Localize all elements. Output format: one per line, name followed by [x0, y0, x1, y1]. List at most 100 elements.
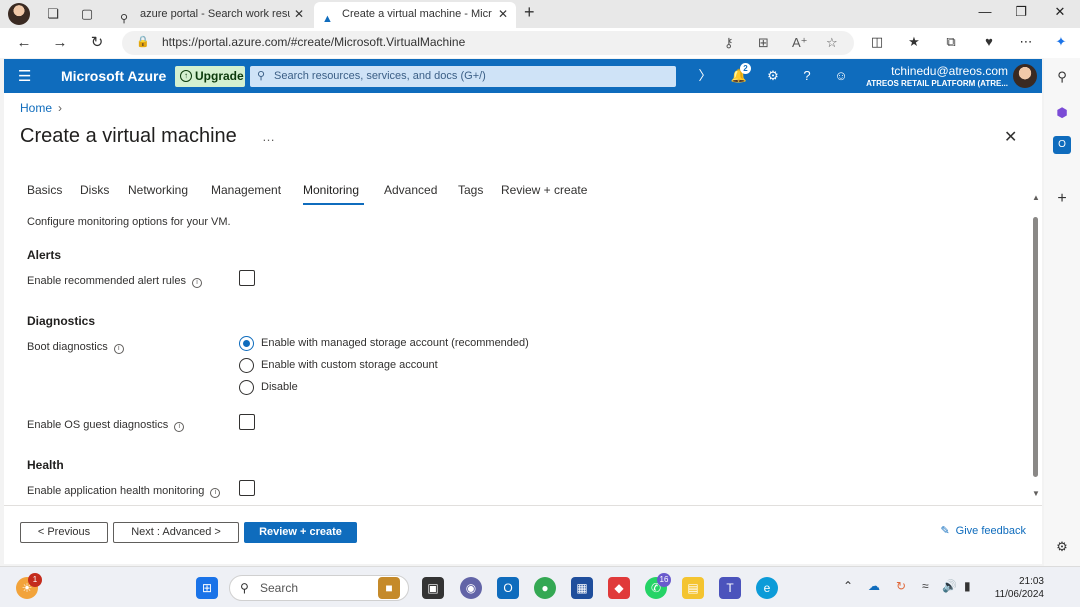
- tab-monitoring[interactable]: Monitoring: [303, 183, 359, 197]
- update-icon[interactable]: ↻: [896, 579, 906, 593]
- app-health-monitoring-checkbox[interactable]: [239, 480, 255, 496]
- recommended-alert-rules-label: Enable recommended alert rules i: [27, 275, 202, 288]
- account-tenant[interactable]: ATREOS RETAIL PLATFORM (ATRE...: [866, 79, 1008, 88]
- wizard-footer: < Previous Next : Advanced > Review + cr…: [4, 505, 1042, 564]
- os-guest-diagnostics-checkbox[interactable]: [239, 414, 255, 430]
- browser-profile-avatar[interactable]: [8, 3, 30, 25]
- app-available-icon[interactable]: ⊞: [758, 35, 769, 51]
- info-icon[interactable]: i: [191, 278, 202, 288]
- minimize-icon[interactable]: —: [975, 4, 995, 19]
- volume-icon[interactable]: 🔊: [942, 579, 957, 593]
- close-blade-icon[interactable]: ✕: [1004, 127, 1017, 147]
- close-tab-icon[interactable]: ✕: [294, 2, 304, 26]
- favorites-icon[interactable]: ★: [905, 34, 923, 50]
- tab-basics[interactable]: Basics: [27, 183, 62, 197]
- review-create-button[interactable]: Review + create: [244, 522, 357, 543]
- tab-disks[interactable]: Disks: [80, 183, 109, 197]
- back-icon[interactable]: ←: [14, 33, 34, 53]
- windows-taskbar: ☀ 1 ⊞ ⚲ Search ■ ▣ ◉ O ● ▦ ◆ ✆ 16 ▤ T e …: [0, 566, 1080, 607]
- breadcrumb-home-link[interactable]: Home: [20, 101, 52, 115]
- help-icon[interactable]: ?: [798, 67, 816, 85]
- give-feedback-link[interactable]: ✎ Give feedback: [940, 524, 1026, 537]
- close-window-icon[interactable]: ✕: [1050, 4, 1070, 20]
- info-icon[interactable]: i: [174, 422, 185, 432]
- next-advanced-button[interactable]: Next : Advanced >: [113, 522, 239, 543]
- system-clock[interactable]: 21:03 11/06/2024: [995, 575, 1044, 601]
- outlook-icon[interactable]: O: [1053, 136, 1071, 154]
- wifi-icon[interactable]: ≈: [922, 579, 929, 593]
- portal-menu-icon[interactable]: ☰: [18, 67, 31, 85]
- scroll-up-icon[interactable]: ▲: [1032, 193, 1040, 202]
- sidebar-copilot-icon[interactable]: ⬢: [1053, 104, 1071, 122]
- add-sidebar-app-icon[interactable]: +: [1053, 190, 1071, 208]
- info-icon[interactable]: i: [210, 488, 221, 498]
- radio-unselected[interactable]: [239, 358, 254, 373]
- address-url[interactable]: https://portal.azure.com/#create/Microso…: [162, 35, 465, 49]
- workspaces-icon[interactable]: ❏: [44, 5, 62, 23]
- azure-search-input[interactable]: ⚲ Search resources, services, and docs (…: [250, 66, 676, 87]
- tab-advanced[interactable]: Advanced: [384, 183, 437, 197]
- taskbar-search-label: Search: [260, 581, 299, 595]
- sidebar-settings-icon[interactable]: ⚙: [1053, 538, 1071, 556]
- new-tab-button[interactable]: +: [524, 2, 535, 23]
- recommended-alert-rules-checkbox[interactable]: [239, 270, 255, 286]
- settings-gear-icon[interactable]: ⚙: [764, 67, 782, 85]
- battery-icon[interactable]: ▮: [964, 579, 971, 593]
- scrollbar-thumb[interactable]: [1033, 217, 1038, 477]
- chevron-right-icon: ›: [58, 101, 63, 115]
- info-icon[interactable]: i: [113, 344, 124, 354]
- tab-actions-icon[interactable]: ▢: [78, 5, 96, 23]
- tab-review-create[interactable]: Review + create: [501, 183, 587, 197]
- vertical-scrollbar[interactable]: ▲ ▼: [1031, 193, 1041, 499]
- radio-selected[interactable]: [239, 336, 254, 351]
- azure-brand[interactable]: Microsoft Azure: [61, 68, 166, 84]
- feedback-person-icon[interactable]: ☺: [832, 67, 850, 85]
- collections-icon[interactable]: ⧉: [942, 34, 960, 50]
- browser-essentials-icon[interactable]: ♥: [980, 34, 998, 49]
- refresh-icon[interactable]: ↻: [87, 33, 107, 53]
- sidebar-search-icon[interactable]: ⚲: [1053, 68, 1071, 86]
- teams-icon[interactable]: T: [719, 577, 741, 599]
- account-avatar[interactable]: [1013, 64, 1037, 88]
- whatsapp-badge: 16: [657, 573, 671, 587]
- radio-unselected[interactable]: [239, 380, 254, 395]
- file-explorer-icon[interactable]: ▤: [682, 577, 704, 599]
- split-screen-icon[interactable]: ◫: [868, 34, 886, 50]
- boot-diagnostics-label: Boot diagnostics i: [27, 341, 124, 354]
- show-hidden-icons-icon[interactable]: ⌃: [843, 579, 853, 593]
- tab-networking[interactable]: Networking: [128, 183, 188, 197]
- favorite-star-icon[interactable]: ☆: [826, 35, 838, 51]
- outlook-app-icon[interactable]: O: [497, 577, 519, 599]
- radio-label: Enable with custom storage account: [261, 359, 438, 371]
- upgrade-button[interactable]: ↑ Upgrade: [175, 66, 245, 87]
- search-icon: ⚲: [120, 13, 129, 25]
- tab-management[interactable]: Management: [211, 183, 281, 197]
- start-windows-icon[interactable]: ⊞: [196, 577, 218, 599]
- browser-tab-create-vm[interactable]: ▲ Create a virtual machine - Micro ✕: [314, 2, 516, 28]
- close-tab-icon[interactable]: ✕: [498, 2, 508, 26]
- tab-title: azure portal - Search work result: [140, 8, 290, 20]
- task-view-icon[interactable]: ▣: [422, 577, 444, 599]
- forward-icon[interactable]: →: [50, 33, 70, 53]
- account-email[interactable]: tchinedu@atreos.com: [891, 64, 1008, 78]
- anydesk-icon[interactable]: ◆: [608, 577, 630, 599]
- settings-more-icon[interactable]: ⋯: [1017, 34, 1035, 50]
- tab-tags[interactable]: Tags: [458, 183, 483, 197]
- onedrive-icon[interactable]: ☁: [868, 579, 880, 593]
- edge-icon[interactable]: e: [756, 577, 778, 599]
- chrome-icon[interactable]: ●: [534, 577, 556, 599]
- store-icon[interactable]: ▦: [571, 577, 593, 599]
- scroll-down-icon[interactable]: ▼: [1032, 489, 1040, 498]
- lock-icon[interactable]: 🔒: [136, 35, 150, 48]
- copilot-icon[interactable]: ✦: [1052, 34, 1070, 50]
- previous-button[interactable]: < Previous: [20, 522, 108, 543]
- key-icon[interactable]: ⚷: [724, 35, 734, 51]
- restore-icon[interactable]: ❐: [1011, 4, 1031, 20]
- more-options-button[interactable]: …: [262, 129, 275, 144]
- cloud-shell-icon[interactable]: 〉: [696, 67, 714, 85]
- field-label-text: Boot diagnostics: [27, 341, 108, 353]
- read-aloud-icon[interactable]: A⁺: [792, 35, 808, 51]
- teams-chat-icon[interactable]: ◉: [460, 577, 482, 599]
- browser-tab-search[interactable]: ⚲ azure portal - Search work result ✕: [112, 2, 312, 28]
- address-bar[interactable]: 🔒 https://portal.azure.com/#create/Micro…: [122, 31, 854, 55]
